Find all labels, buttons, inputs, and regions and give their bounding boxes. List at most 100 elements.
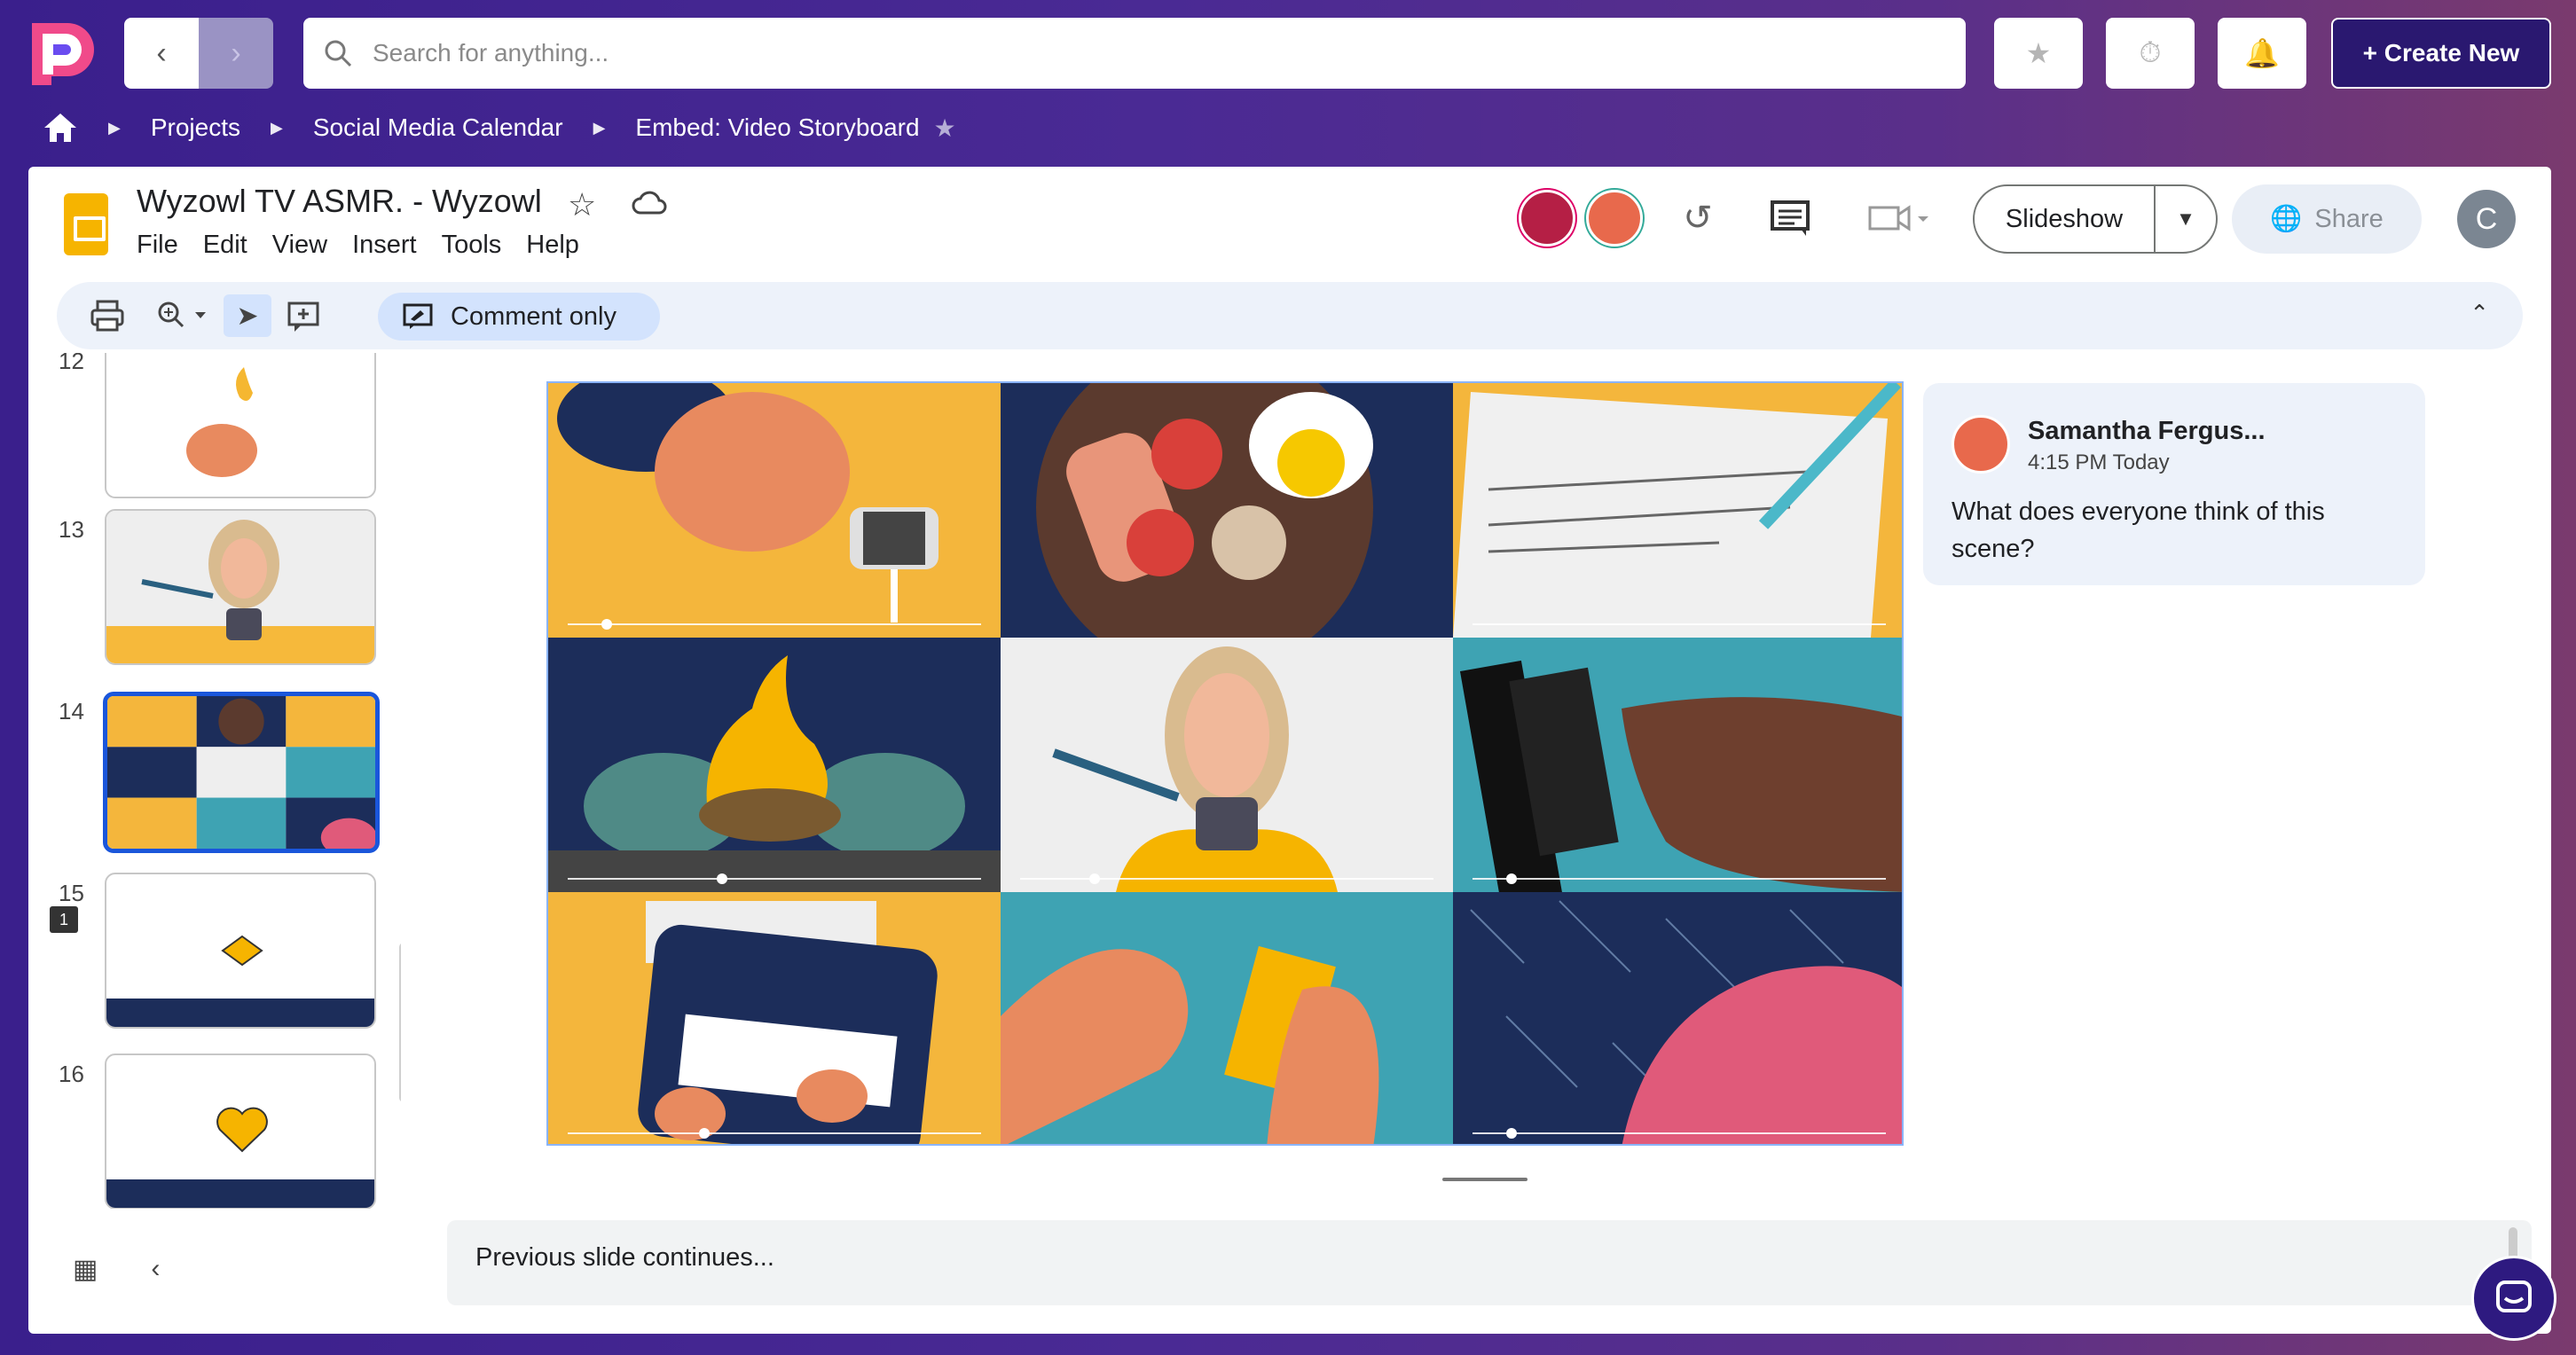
slide-13-preview [106, 511, 374, 663]
star-icon[interactable]: ☆ [568, 186, 596, 223]
comment-only-label: Comment only [451, 302, 617, 331]
chevron-left-icon: ‹ [156, 35, 167, 70]
slide-thumbnail[interactable] [105, 873, 376, 1029]
slide-thumbnail-active[interactable] [103, 692, 380, 853]
avatar[interactable] [1519, 190, 1575, 247]
comment-only-mode[interactable]: Comment only [378, 293, 660, 341]
timeline-dot [699, 1128, 710, 1139]
speaker-notes[interactable]: Previous slide continues... [447, 1220, 2532, 1305]
slide-thumbnail[interactable] [105, 1053, 376, 1209]
timeline-dot [1506, 1128, 1517, 1139]
chevron-down-icon: ▼ [2176, 208, 2195, 230]
menu-view[interactable]: View [272, 231, 327, 260]
grid-icon[interactable]: ▦ [73, 1254, 98, 1285]
timeline-line [568, 1132, 981, 1134]
comment-card[interactable]: Samantha Fergus... 4:15 PM Today What do… [1923, 383, 2425, 585]
breadcrumb-calendar[interactable]: Social Media Calendar [313, 114, 563, 142]
comb-illustration [1459, 660, 1902, 892]
chat-launcher-button[interactable] [2471, 1256, 2556, 1341]
search-bar[interactable]: Search for anything... [303, 18, 1966, 89]
typewriter-illustration [638, 901, 938, 1144]
storyboard-cell-painting [1001, 638, 1453, 892]
menu-file[interactable]: File [137, 231, 178, 260]
avatar[interactable] [1586, 190, 1643, 247]
slides-app-icon[interactable] [64, 193, 108, 255]
breadcrumb-separator: ▶ [108, 118, 121, 137]
breadcrumb-separator: ▶ [593, 118, 606, 137]
favorites-button[interactable]: ★ [1994, 18, 2083, 89]
breadcrumb-current[interactable]: Embed: Video Storyboard [635, 114, 919, 142]
history-icon[interactable]: ↺ [1673, 193, 1723, 243]
timeline-dot [601, 619, 612, 630]
zoom-icon[interactable] [151, 294, 213, 337]
add-comment-icon[interactable] [284, 294, 325, 337]
chat-icon [2496, 1281, 2532, 1312]
slide-14-preview [107, 696, 375, 849]
slide-number: 12 [59, 353, 84, 374]
slideshow-button-group: Slideshow ▼ [1973, 184, 2218, 254]
share-label: Share [2314, 204, 2384, 233]
timeline-line [568, 878, 981, 880]
comment-author: Samantha Fergus... [2028, 417, 2266, 445]
campfire-illustration [548, 655, 1001, 892]
breadcrumb-separator: ▶ [271, 118, 283, 137]
menu-bar: File Edit View Insert Tools Help [137, 231, 579, 260]
timeline-dot [1506, 873, 1517, 884]
share-button[interactable]: 🌐 Share [2232, 184, 2422, 254]
storyboard-cell-fire [548, 638, 1001, 892]
filmstrip-scrollbar[interactable] [399, 943, 401, 1102]
timeline-line [1020, 878, 1433, 880]
timeline-dot [717, 873, 727, 884]
breakfast-illustration [1036, 383, 1373, 638]
comment-icon[interactable] [1765, 193, 1815, 243]
select-tool[interactable]: ➤ [224, 294, 271, 337]
cloud-icon[interactable] [632, 190, 667, 216]
notifications-button[interactable]: 🔔 [2218, 18, 2306, 89]
menu-edit[interactable]: Edit [203, 231, 247, 260]
chevron-up-icon[interactable]: ⌃ [2470, 300, 2489, 327]
timeline-line [1473, 623, 1886, 625]
storyboard-cell-microphone [548, 383, 1001, 638]
slide-12-preview [186, 367, 257, 477]
create-new-button[interactable]: + Create New [2331, 18, 2551, 89]
timer-button[interactable]: ⏱ [2106, 18, 2195, 89]
singer-illustration [557, 383, 939, 623]
storyboard-cell-breakfast [1001, 383, 1453, 638]
storyboard-cell-typewriter [548, 892, 1001, 1144]
menu-insert[interactable]: Insert [352, 231, 417, 260]
comment-mode-icon [403, 303, 433, 329]
bell-icon: 🔔 [2244, 37, 2280, 69]
storyboard-cell-comb [1453, 638, 1902, 892]
notebook-illustration [1453, 383, 1902, 638]
video-icon[interactable] [1863, 193, 1934, 243]
slideshow-button[interactable]: Slideshow [1975, 186, 2156, 252]
slide-canvas[interactable] [546, 381, 1904, 1146]
forward-button[interactable]: › [199, 18, 273, 89]
menu-help[interactable]: Help [526, 231, 579, 260]
slide-filmstrip: 12 13 14 1 15 16 [28, 353, 401, 1209]
document-title[interactable]: Wyzowl TV ASMR. - Wyzowl [137, 183, 542, 220]
star-icon: ★ [2025, 37, 2052, 69]
storyboard-cell-matches [1001, 892, 1453, 1144]
print-icon[interactable] [85, 294, 130, 337]
slide-thumbnail[interactable] [105, 353, 376, 498]
slideshow-options-button[interactable]: ▼ [2156, 208, 2216, 231]
slide-16-preview [106, 1107, 374, 1208]
slide-number: 16 [59, 1061, 84, 1087]
breadcrumb-projects[interactable]: Projects [151, 114, 240, 142]
home-icon[interactable] [43, 112, 78, 144]
back-button[interactable]: ‹ [124, 18, 199, 89]
avatar [1952, 415, 2010, 474]
embedded-slides-panel: Wyzowl TV ASMR. - Wyzowl ☆ File Edit Vie… [28, 167, 2551, 1334]
matchbox-illustration [1001, 945, 1379, 1144]
star-icon[interactable]: ★ [934, 114, 956, 143]
notes-resize-handle[interactable] [1442, 1178, 1528, 1181]
collapse-filmstrip-icon[interactable]: ‹ [151, 1254, 160, 1285]
menu-tools[interactable]: Tools [442, 231, 502, 260]
slide-thumbnail[interactable] [105, 509, 376, 665]
slide-number: 15 [59, 880, 84, 906]
app-logo[interactable] [27, 18, 99, 90]
search-input[interactable]: Search for anything... [373, 39, 609, 67]
timeline-line [1473, 878, 1886, 880]
account-avatar[interactable]: C [2457, 190, 2516, 248]
